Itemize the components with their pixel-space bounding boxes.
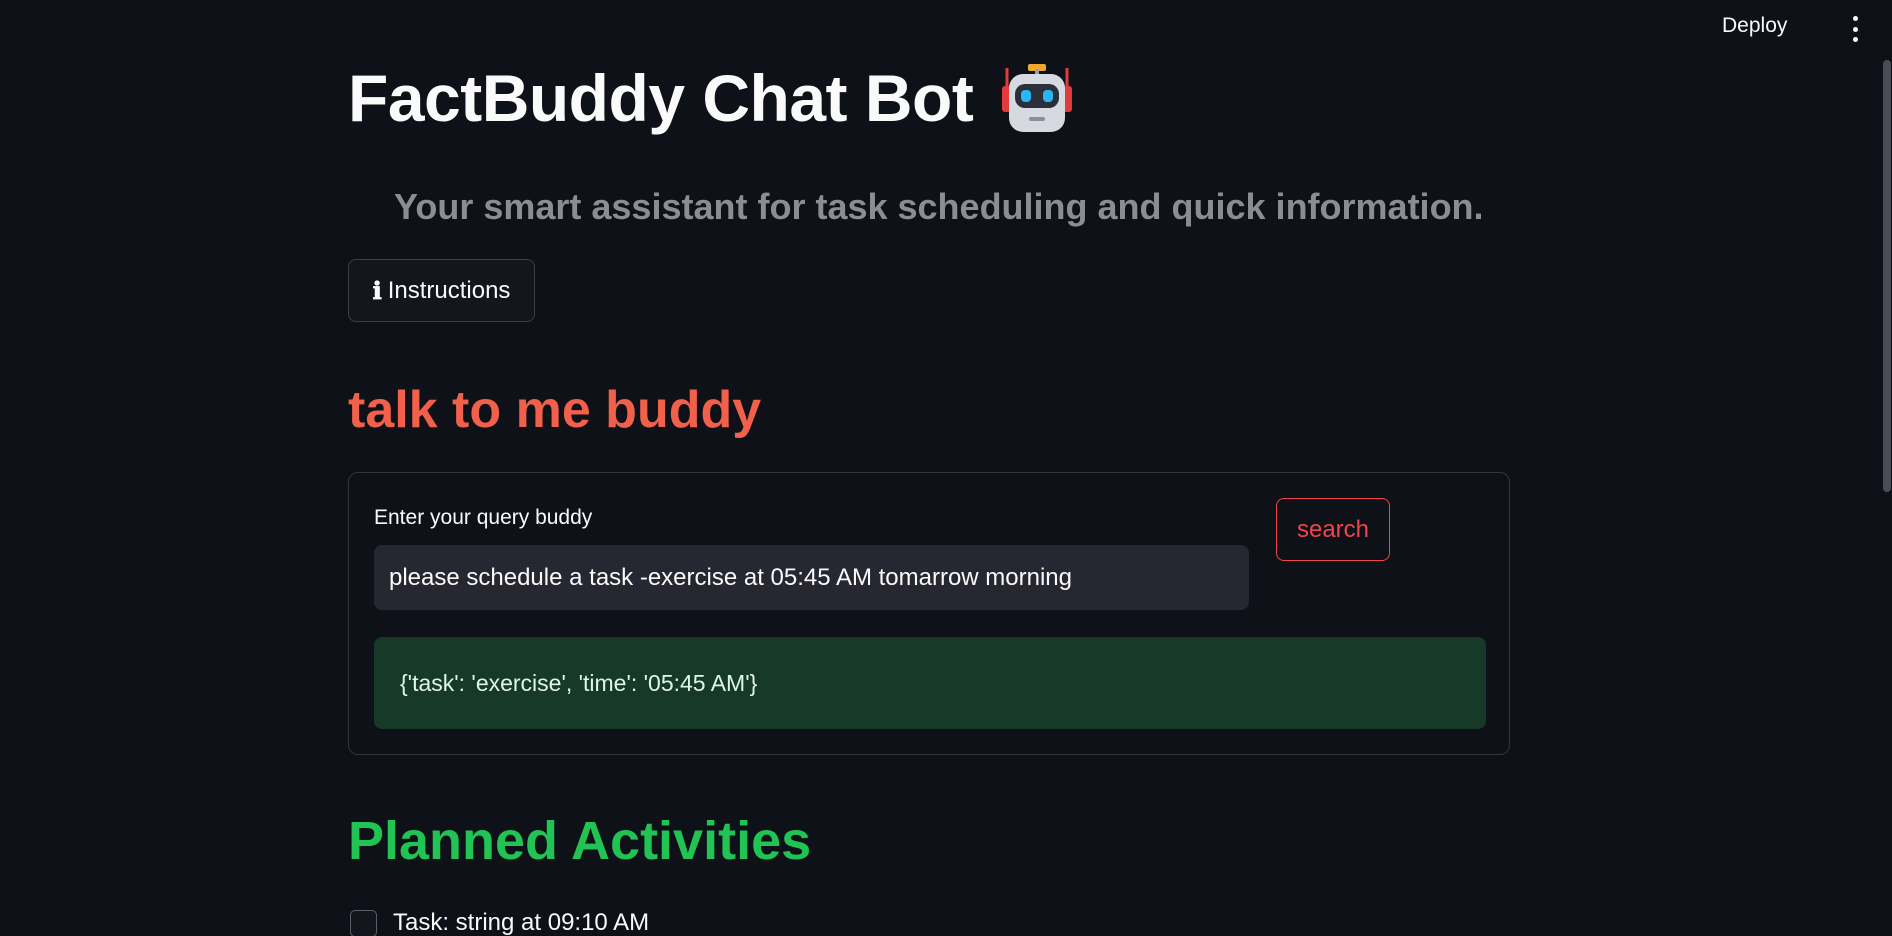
info-icon: ℹ [372,276,382,305]
scrollbar-thumb[interactable] [1883,60,1891,492]
page-title: FactBuddy Chat Bot [348,61,974,135]
result-text: {'task': 'exercise', 'time': '05:45 AM'} [400,669,758,696]
kebab-menu-icon[interactable] [1848,16,1862,42]
query-form: Enter your query buddy search {'task': '… [348,472,1510,755]
instructions-label: Instructions [387,276,511,304]
result-message: {'task': 'exercise', 'time': '05:45 AM'} [374,637,1486,729]
page-subtitle: Your smart assistant for task scheduling… [394,186,1484,227]
deploy-button[interactable]: Deploy [1722,14,1787,38]
search-button[interactable]: search [1276,498,1390,561]
task-list-item[interactable]: Task: string at 09:10 AM [350,909,649,936]
query-label: Enter your query buddy [374,506,593,529]
task-label: Task: string at 09:10 AM [393,909,650,936]
task-checkbox[interactable] [350,909,377,936]
title-row: FactBuddy Chat Bot [348,60,1075,136]
menu-dot [1852,26,1858,32]
robot-icon [1002,64,1073,132]
menu-dot [1852,16,1858,21]
query-input[interactable] [374,545,1249,610]
menu-dot [1852,37,1858,42]
app-page: Deploy FactBuddy Chat Bot Your smart ass… [0,0,1892,936]
planned-heading: Planned Activities [348,811,812,871]
instructions-button[interactable]: ℹ Instructions [348,259,535,322]
talk-heading: talk to me buddy [348,381,762,439]
